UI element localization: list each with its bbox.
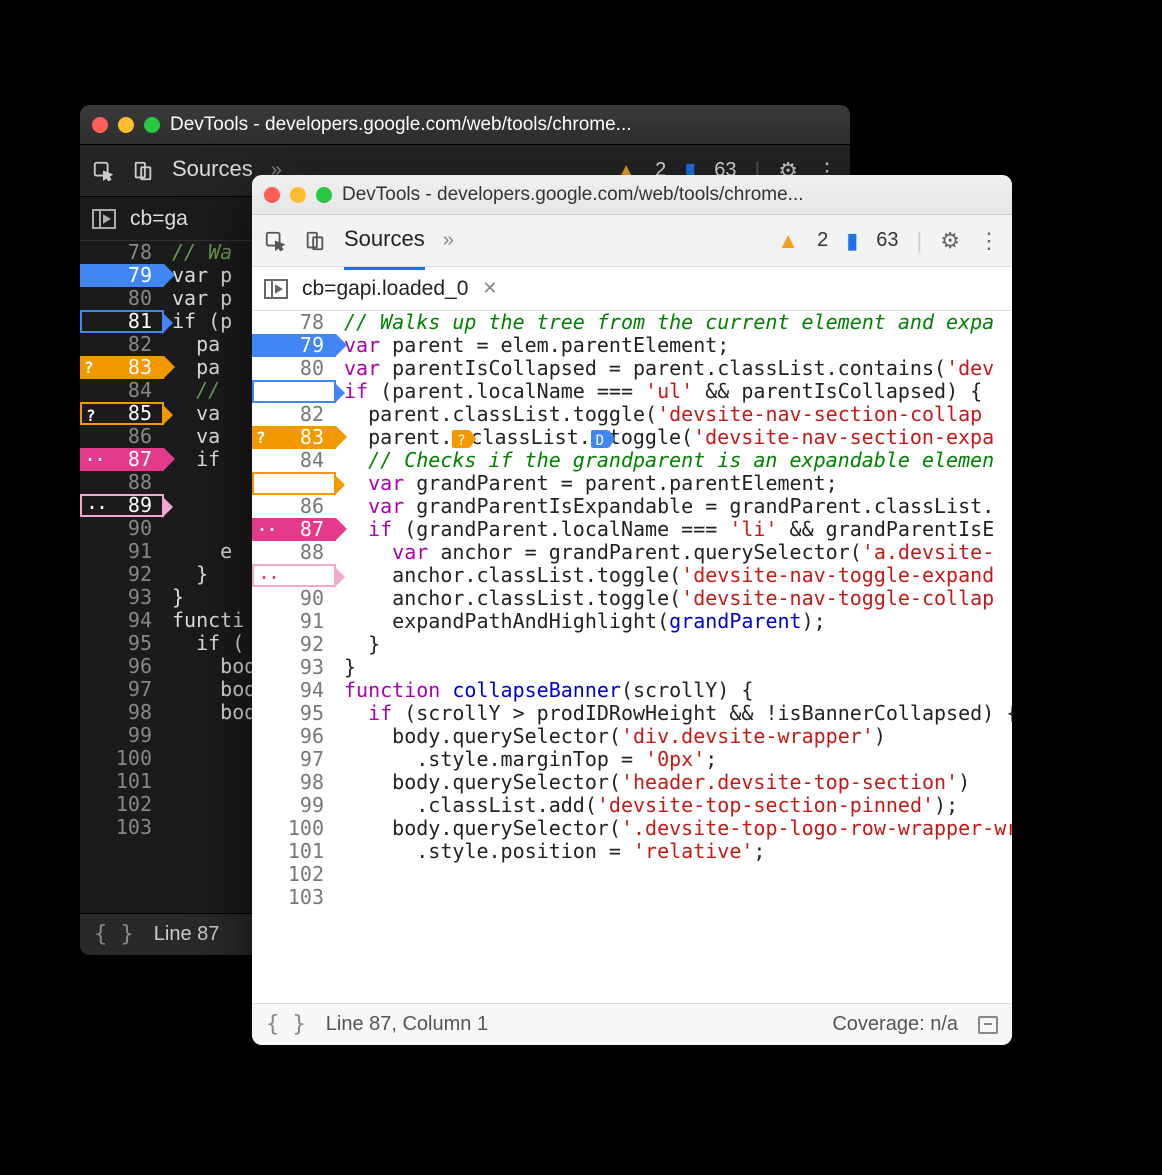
show-navigator-icon[interactable] <box>92 209 116 229</box>
show-navigator-icon[interactable] <box>264 279 288 299</box>
titlebar: DevTools - developers.google.com/web/too… <box>252 175 1012 215</box>
window-title: DevTools - developers.google.com/web/too… <box>342 184 1000 206</box>
gear-icon[interactable]: ⚙ <box>940 228 960 254</box>
kebab-icon[interactable]: ⋮ <box>978 228 1000 254</box>
inspect-icon[interactable] <box>92 160 114 182</box>
warning-count: 2 <box>817 229 828 252</box>
cursor-position: Line 87, Column 1 <box>326 1013 488 1036</box>
coverage-label: Coverage: n/a <box>832 1013 958 1036</box>
minimize-icon[interactable] <box>118 117 134 133</box>
close-icon[interactable] <box>92 117 108 133</box>
source-pane[interactable]: // Walks up the tree from the current el… <box>330 311 1012 1003</box>
cursor-position: Line 87 <box>154 923 220 946</box>
panel-tabs: Sources » ▲ 2 ▮ 63 | ⚙ ⋮ <box>252 215 1012 267</box>
zoom-icon[interactable] <box>144 117 160 133</box>
warning-icon[interactable]: ▲ <box>777 228 799 254</box>
tab-sources[interactable]: Sources <box>344 226 425 256</box>
pretty-print-icon[interactable]: { } <box>266 1012 306 1037</box>
file-tab-row: cb=gapi.loaded_0 ✕ <box>252 267 1012 311</box>
pretty-print-icon[interactable]: { } <box>94 922 134 947</box>
window-title: DevTools - developers.google.com/web/too… <box>170 114 838 136</box>
traffic-lights <box>92 117 160 133</box>
file-name[interactable]: cb=ga <box>130 207 188 231</box>
status-bar: { } Line 87, Column 1 Coverage: n/a <box>252 1003 1012 1045</box>
collapse-drawer-icon[interactable] <box>978 1016 998 1034</box>
traffic-lights <box>264 187 332 203</box>
titlebar: DevTools - developers.google.com/web/too… <box>80 105 850 145</box>
device-icon[interactable] <box>132 160 154 182</box>
zoom-icon[interactable] <box>316 187 332 203</box>
close-tab-icon[interactable]: ✕ <box>482 278 497 299</box>
minimize-icon[interactable] <box>290 187 306 203</box>
device-icon[interactable] <box>304 230 326 252</box>
code-editor[interactable]: 7879808182?8384?8586..8788..899091929394… <box>252 311 1012 1003</box>
line-gutter[interactable]: 7879808182?8384?8586..8788..899091929394… <box>80 241 158 913</box>
message-count: 63 <box>876 229 898 252</box>
devtools-window-light: DevTools - developers.google.com/web/too… <box>252 175 1012 1045</box>
file-name[interactable]: cb=gapi.loaded_0 <box>302 277 468 301</box>
tab-sources[interactable]: Sources <box>172 156 253 186</box>
inspect-icon[interactable] <box>264 230 286 252</box>
message-icon[interactable]: ▮ <box>846 228 858 254</box>
close-icon[interactable] <box>264 187 280 203</box>
more-tabs-icon[interactable]: » <box>443 229 454 252</box>
line-gutter[interactable]: 7879808182?8384?8586..8788..899091929394… <box>252 311 330 1003</box>
